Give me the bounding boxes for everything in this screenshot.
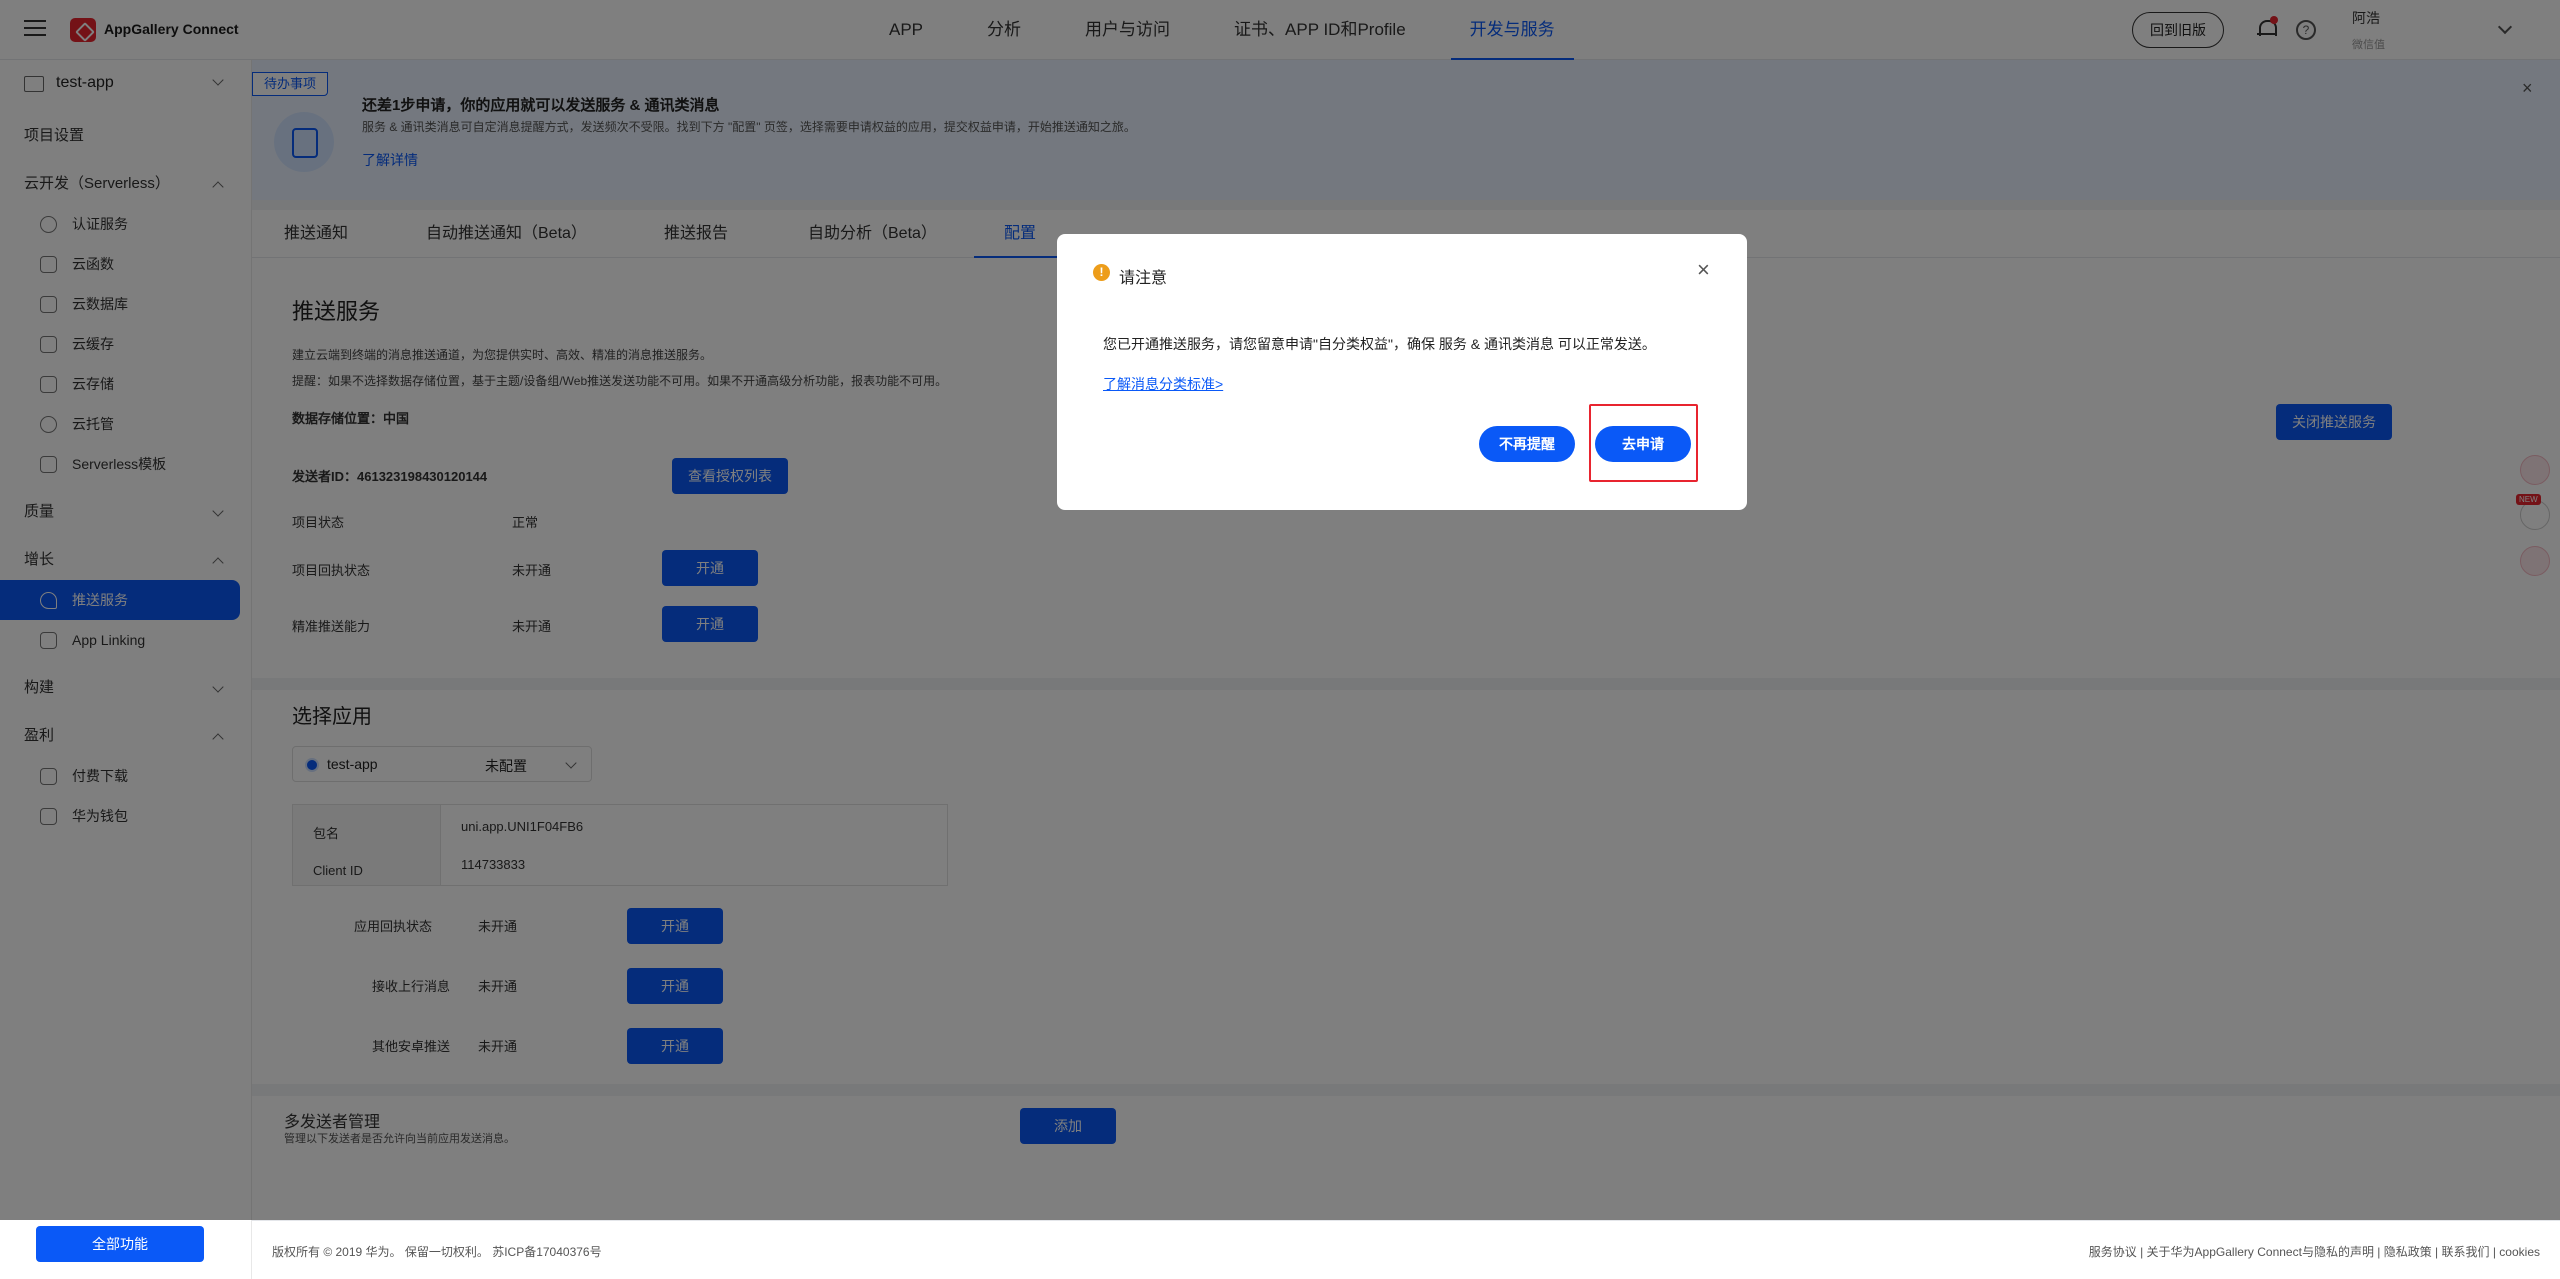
warning-icon: ! xyxy=(1093,264,1110,281)
footer-links[interactable]: 服务协议 | 关于华为AppGallery Connect与隐私的声明 | 隐私… xyxy=(2089,1243,2540,1260)
dialog-title: 请注意 xyxy=(1119,270,1168,287)
footer-copyright: 版权所有 © 2019 华为。 保留一切权利。 苏ICP备17040376号 xyxy=(272,1245,602,1259)
all-features-button[interactable]: 全部功能 xyxy=(36,1226,204,1262)
modal-overlay xyxy=(0,0,2560,1220)
footer: 版权所有 © 2019 华为。 保留一切权利。 苏ICP备17040376号 服… xyxy=(252,1220,2560,1279)
close-icon[interactable]: × xyxy=(1697,259,1710,281)
notice-dialog: ! 请注意 × 您已开通推送服务，请您留意申请"自分类权益"，确保 服务 & 通… xyxy=(1057,234,1747,510)
dialog-message: 您已开通推送服务，请您留意申请"自分类权益"，确保 服务 & 通讯类消息 可以正… xyxy=(1103,336,1656,352)
message-classification-link[interactable]: 了解消息分类标准> xyxy=(1103,374,1223,394)
highlight-box xyxy=(1589,404,1698,482)
dont-remind-button[interactable]: 不再提醒 xyxy=(1479,426,1575,462)
